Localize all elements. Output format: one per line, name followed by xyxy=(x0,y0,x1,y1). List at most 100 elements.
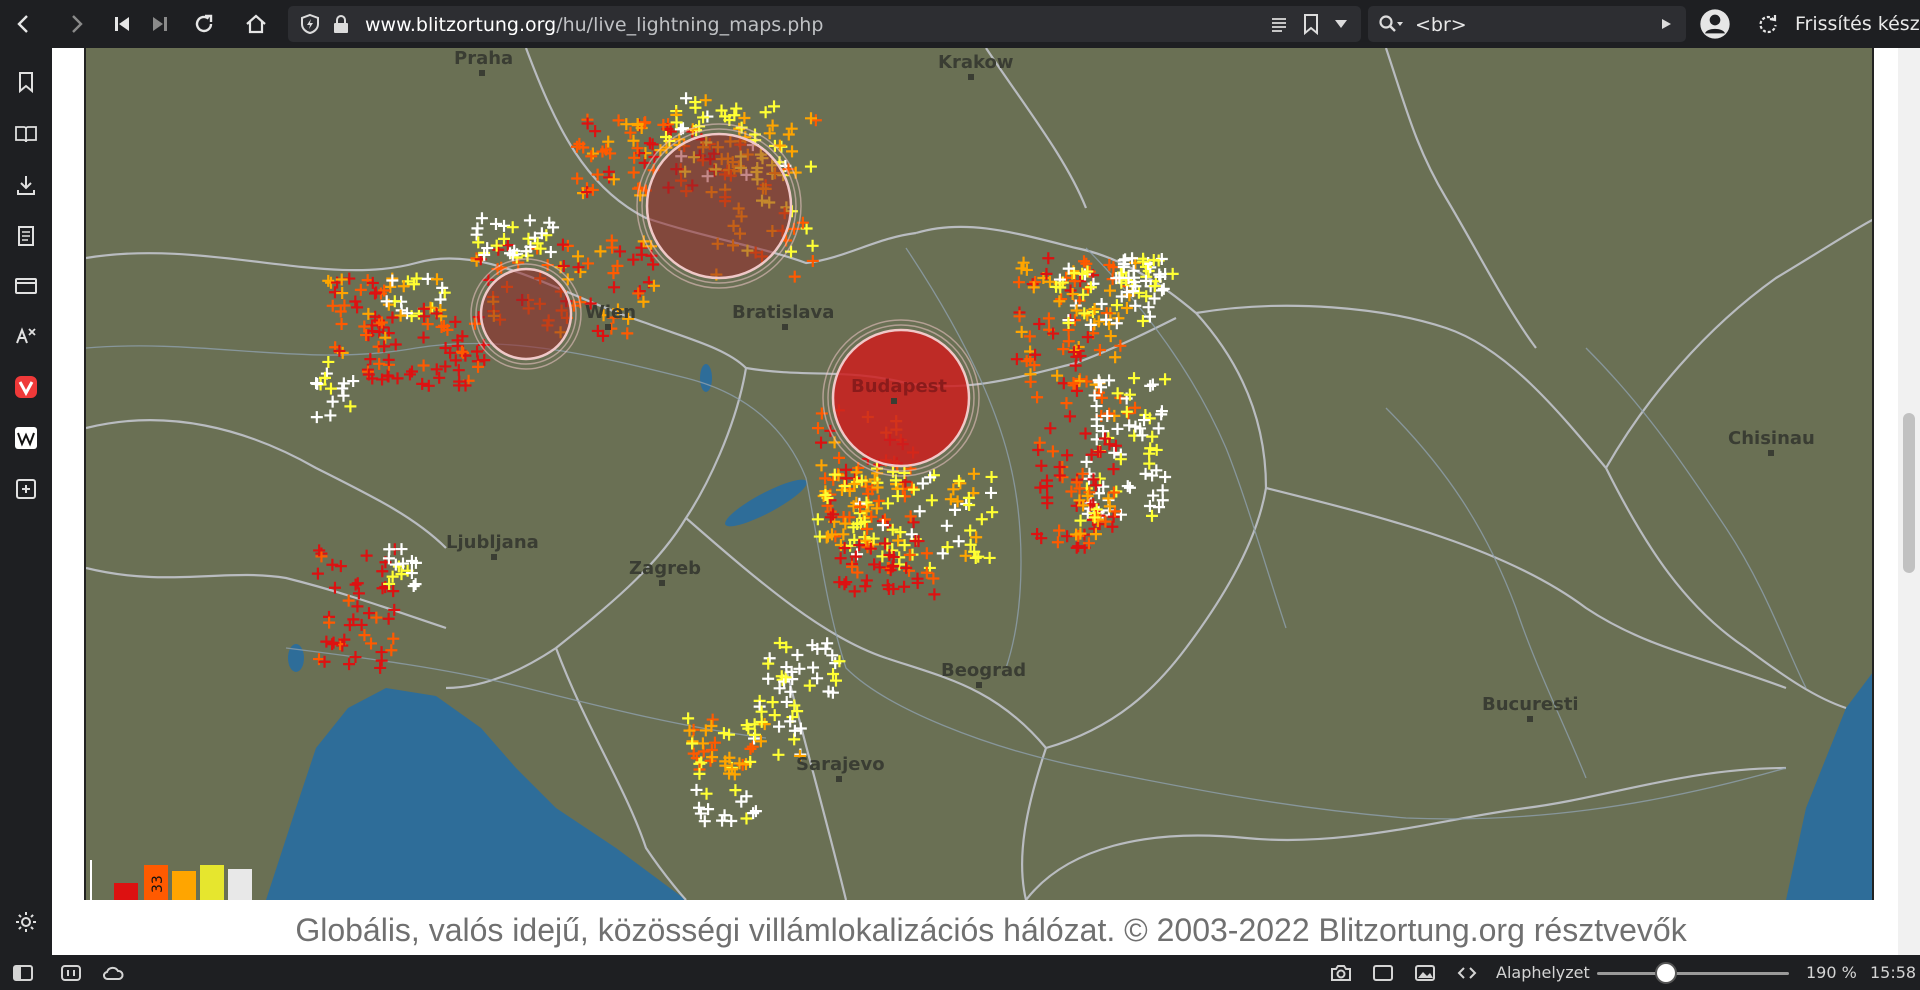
strike-mark xyxy=(952,535,965,548)
strike-mark xyxy=(1143,500,1156,513)
sidebar-notes[interactable] xyxy=(10,220,42,252)
zoom-slider-handle[interactable] xyxy=(1655,962,1677,984)
strike-mark xyxy=(829,674,842,687)
sidebar-downloads[interactable] xyxy=(10,169,42,201)
strike-mark xyxy=(827,508,840,521)
images-toggle-button[interactable] xyxy=(1412,960,1438,986)
strike-mark xyxy=(749,805,762,818)
zoom-reset-label[interactable]: Alaphelyzet xyxy=(1496,963,1590,982)
city-label: Praha xyxy=(454,48,514,69)
city-dot xyxy=(782,324,788,330)
sidebar-wikipedia[interactable] xyxy=(10,422,42,454)
strike-mark xyxy=(608,281,621,294)
play-icon[interactable] xyxy=(1660,18,1672,30)
zoom-slider[interactable] xyxy=(1597,972,1789,975)
strike-mark xyxy=(1129,299,1142,312)
page-actions-button[interactable] xyxy=(1454,960,1480,986)
strike-mark xyxy=(1144,379,1157,392)
strike-mark xyxy=(1142,301,1155,314)
strike-mark xyxy=(1057,343,1070,356)
strike-mark xyxy=(335,318,348,331)
sidebar-reading-list[interactable] xyxy=(10,118,42,150)
forward-button[interactable] xyxy=(58,6,94,42)
strike-mark xyxy=(786,145,799,158)
strike-mark xyxy=(763,652,776,665)
scrollbar-thumb[interactable] xyxy=(1903,413,1915,573)
chevron-left-icon xyxy=(17,15,28,33)
strike-mark xyxy=(811,672,824,685)
wikipedia-icon xyxy=(15,427,37,449)
image-icon xyxy=(1415,965,1435,981)
lake-balaton xyxy=(725,479,807,527)
bookmark-icon[interactable] xyxy=(1303,13,1319,35)
strike-mark xyxy=(1070,541,1083,554)
strike-mark xyxy=(422,379,435,392)
strike-mark xyxy=(1031,391,1044,404)
strike-mark xyxy=(1042,252,1055,265)
chevron-down-icon[interactable] xyxy=(1334,18,1348,30)
strike-mark xyxy=(903,564,916,577)
sidebar-translate[interactable] xyxy=(10,320,42,352)
strike-mark xyxy=(1109,351,1122,364)
strike-mark xyxy=(696,737,709,750)
fast-forward-button[interactable] xyxy=(142,6,178,42)
rewind-button[interactable] xyxy=(104,6,140,42)
profile-button[interactable] xyxy=(1697,6,1733,42)
strike-mark xyxy=(872,494,885,507)
sync-status-button[interactable] xyxy=(1750,6,1786,42)
strike-mark xyxy=(386,274,399,287)
search-field[interactable]: <br> xyxy=(1368,6,1686,42)
sidebar-window-panel[interactable] xyxy=(10,270,42,302)
reader-view-icon[interactable] xyxy=(1270,15,1288,33)
map-canvas: 33 xyxy=(86,48,1872,900)
city-label: Beograd xyxy=(941,660,1027,681)
back-button[interactable] xyxy=(6,6,42,42)
strike-mark xyxy=(627,166,640,179)
reload-button[interactable] xyxy=(186,6,222,42)
strike-mark xyxy=(1159,471,1172,484)
strike-mark xyxy=(894,526,907,539)
toggle-panel-button[interactable] xyxy=(10,960,36,986)
strike-mark xyxy=(403,368,416,381)
capture-button[interactable] xyxy=(1328,960,1354,986)
strike-mark xyxy=(312,653,325,666)
page-scrollbar[interactable] xyxy=(1898,48,1920,955)
strike-mark xyxy=(744,742,757,755)
window-mode-button[interactable] xyxy=(1370,960,1396,986)
sidebar-add-panel[interactable] xyxy=(10,473,42,505)
sidebar-settings[interactable] xyxy=(10,906,42,938)
skip-back-icon xyxy=(115,17,129,31)
legend-value: 33 xyxy=(150,875,166,893)
url-text: www.blitzortung.org/hu/live_lightning_ma… xyxy=(365,14,823,36)
strike-mark xyxy=(1063,410,1076,423)
strike-mark xyxy=(322,355,335,368)
strike-mark xyxy=(766,119,779,132)
strike-mark xyxy=(1107,486,1120,499)
strike-mark xyxy=(821,637,834,650)
strike-mark xyxy=(1107,463,1120,476)
strike-mark xyxy=(351,301,364,314)
strike-mark xyxy=(878,513,891,526)
url-path: /hu/live_lightning_maps.php xyxy=(556,14,824,36)
sidebar-vivaldi-panel[interactable] xyxy=(10,371,42,403)
tab-tiling-button[interactable] xyxy=(58,960,84,986)
sync-button[interactable] xyxy=(100,960,126,986)
strike-mark xyxy=(354,283,367,296)
address-bar[interactable]: www.blitzortung.org/hu/live_lightning_ma… xyxy=(288,6,1361,42)
city-label: Krakow xyxy=(938,52,1014,73)
sidebar-bookmarks[interactable] xyxy=(10,66,42,98)
strike-mark xyxy=(952,474,965,487)
strike-mark xyxy=(382,370,395,383)
city-label: Chisinau xyxy=(1728,428,1815,449)
city-dot xyxy=(491,554,497,560)
strike-mark xyxy=(940,519,953,532)
lightning-map[interactable]: 33 Praha Krakow Bratislava Wien Budapest Chis… xyxy=(84,48,1874,900)
strike-mark xyxy=(344,400,357,413)
gear-icon xyxy=(16,912,36,932)
strike-mark xyxy=(457,346,470,359)
home-button[interactable] xyxy=(238,6,274,42)
strike-mark xyxy=(337,389,350,402)
strike-mark xyxy=(326,638,339,651)
translate-icon xyxy=(16,327,36,344)
strike-mark xyxy=(1078,307,1091,320)
